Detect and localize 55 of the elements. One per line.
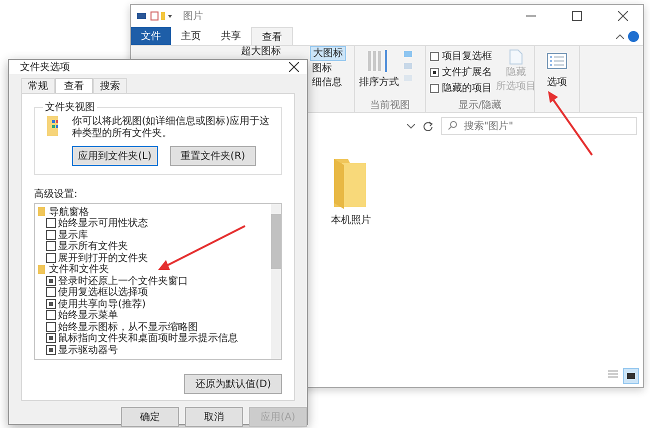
setting-checkbox[interactable]: 始终显示可用性状态 — [38, 218, 268, 229]
dialog-button[interactable]: 确定 — [121, 407, 179, 427]
group-label: 显示/隐藏 — [457, 98, 503, 112]
annotation-arrow — [548, 91, 593, 156]
dialog-tab[interactable]: 查看 — [55, 78, 93, 93]
setting-checkbox[interactable]: 鼠标指向文件夹和桌面项时显示提示信息 — [38, 332, 268, 344]
checkbox-option[interactable]: 文件扩展名 — [430, 65, 492, 79]
dialog-title: 文件夹选项 — [20, 60, 70, 74]
layout-option[interactable]: 大图标 — [310, 46, 346, 61]
setting-checkbox[interactable]: 展开到打开的文件夹 — [38, 252, 268, 264]
tree-group-label: 文件和文件夹 — [49, 262, 109, 276]
checklist-icon — [547, 53, 567, 69]
options-button[interactable]: 选项 — [539, 49, 575, 89]
tree-group-label: 导航窗格 — [49, 206, 89, 218]
refresh-icon[interactable] — [423, 121, 433, 131]
ribbon-tab[interactable]: 主页 — [171, 27, 211, 45]
large-icons-view-icon[interactable] — [623, 368, 639, 384]
dialog-tab[interactable]: 搜索 — [93, 78, 127, 93]
dialog-button[interactable]: 取消 — [185, 407, 243, 427]
setting-checkbox[interactable]: 始终显示图标，从不显示缩略图 — [38, 321, 268, 332]
folder-view-button[interactable]: 重置文件夹(R) — [170, 146, 256, 166]
sort-by-button[interactable]: 排序方式 — [359, 49, 399, 98]
file-menu-button[interactable]: 文件 — [131, 27, 171, 45]
layout-option[interactable]: 超大图标 — [239, 46, 310, 57]
document-icon — [509, 49, 523, 65]
dialog-tab[interactable]: 常规 — [21, 78, 55, 93]
setting-checkbox[interactable]: 始终显示菜单 — [38, 310, 268, 321]
setting-checkbox[interactable]: 显示库 — [38, 229, 268, 240]
folder-name[interactable]: 本机照片 — [331, 213, 371, 227]
folder-icon — [38, 207, 45, 216]
setting-checkbox[interactable]: 显示所有文件夹 — [38, 240, 268, 252]
scrollbar[interactable] — [271, 204, 281, 359]
folder-icon — [38, 264, 45, 274]
search-icon — [448, 121, 457, 130]
close-icon[interactable] — [289, 62, 299, 72]
section-label: 高级设置: — [34, 188, 78, 201]
window-title: 图片 — [183, 10, 204, 23]
setting-checkbox[interactable]: 使用共享向导(推荐) — [38, 298, 268, 310]
folder-view-button[interactable]: 应用到文件夹(L) — [72, 146, 158, 166]
layout-option[interactable]: 细信息 — [310, 76, 344, 89]
setting-checkbox[interactable]: 登录时还原上一个文件夹窗口 — [38, 275, 268, 286]
setting-checkbox[interactable]: 使用复选框以选择项 — [38, 286, 268, 298]
checkbox-option[interactable]: 项目复选框 — [430, 49, 492, 63]
ribbon-tab[interactable]: 共享 — [211, 27, 251, 45]
group-title: 文件夹视图 — [44, 100, 96, 114]
layout-option[interactable]: 图标 — [310, 62, 334, 75]
search-field[interactable]: 搜索"图片" — [441, 117, 637, 135]
folder-view-icon — [47, 116, 58, 136]
group-label: 当前视图 — [369, 98, 411, 112]
dropdown-chevron-icon[interactable] — [407, 124, 415, 128]
setting-checkbox[interactable]: 显示驱动器号 — [38, 344, 268, 356]
folder-view-description: 你可以将此视图(如详细信息或图标)应用于这种类型的所有文件夹。 — [72, 116, 271, 140]
checkbox-option[interactable]: 隐藏的项目 — [430, 81, 492, 95]
restore-defaults-button[interactable]: 还原为默认值(D) — [184, 374, 282, 394]
ribbon-tab[interactable]: 查看 — [251, 27, 293, 45]
